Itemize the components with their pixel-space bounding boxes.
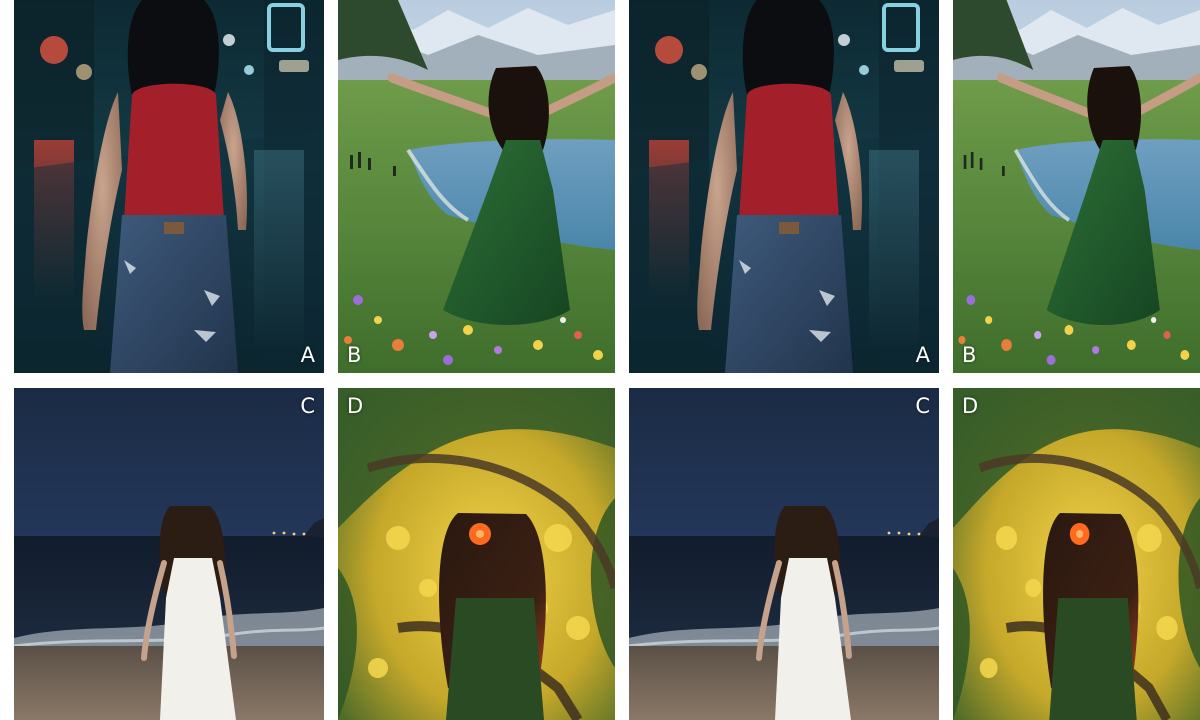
painted-tree-image xyxy=(953,388,1200,720)
painted-tree-image xyxy=(338,388,615,720)
photo-panel-a-left: A xyxy=(14,0,324,373)
photo-panel-a-right: A xyxy=(629,0,939,373)
panel-label: C xyxy=(915,394,930,418)
rainy-night-street-image xyxy=(629,0,939,373)
panel-label: B xyxy=(962,343,977,367)
photo-panel-b-right: B xyxy=(953,0,1200,373)
rainy-night-street-image xyxy=(14,0,324,373)
photo-panel-b-left: B xyxy=(338,0,615,373)
panel-label: B xyxy=(347,343,362,367)
photo-panel-d-right: D xyxy=(953,388,1200,720)
panel-label: D xyxy=(962,394,979,418)
meadow-lake-image xyxy=(953,0,1200,373)
panel-label: D xyxy=(347,394,364,418)
photo-panel-d-left: D xyxy=(338,388,615,720)
photo-panel-c-right: C xyxy=(629,388,939,720)
photo-panel-c-left: C xyxy=(14,388,324,720)
night-beach-image xyxy=(14,388,324,720)
panel-label: A xyxy=(915,343,930,367)
panel-label: A xyxy=(300,343,315,367)
panel-label: C xyxy=(300,394,315,418)
meadow-lake-image xyxy=(338,0,615,373)
night-beach-image xyxy=(629,388,939,720)
